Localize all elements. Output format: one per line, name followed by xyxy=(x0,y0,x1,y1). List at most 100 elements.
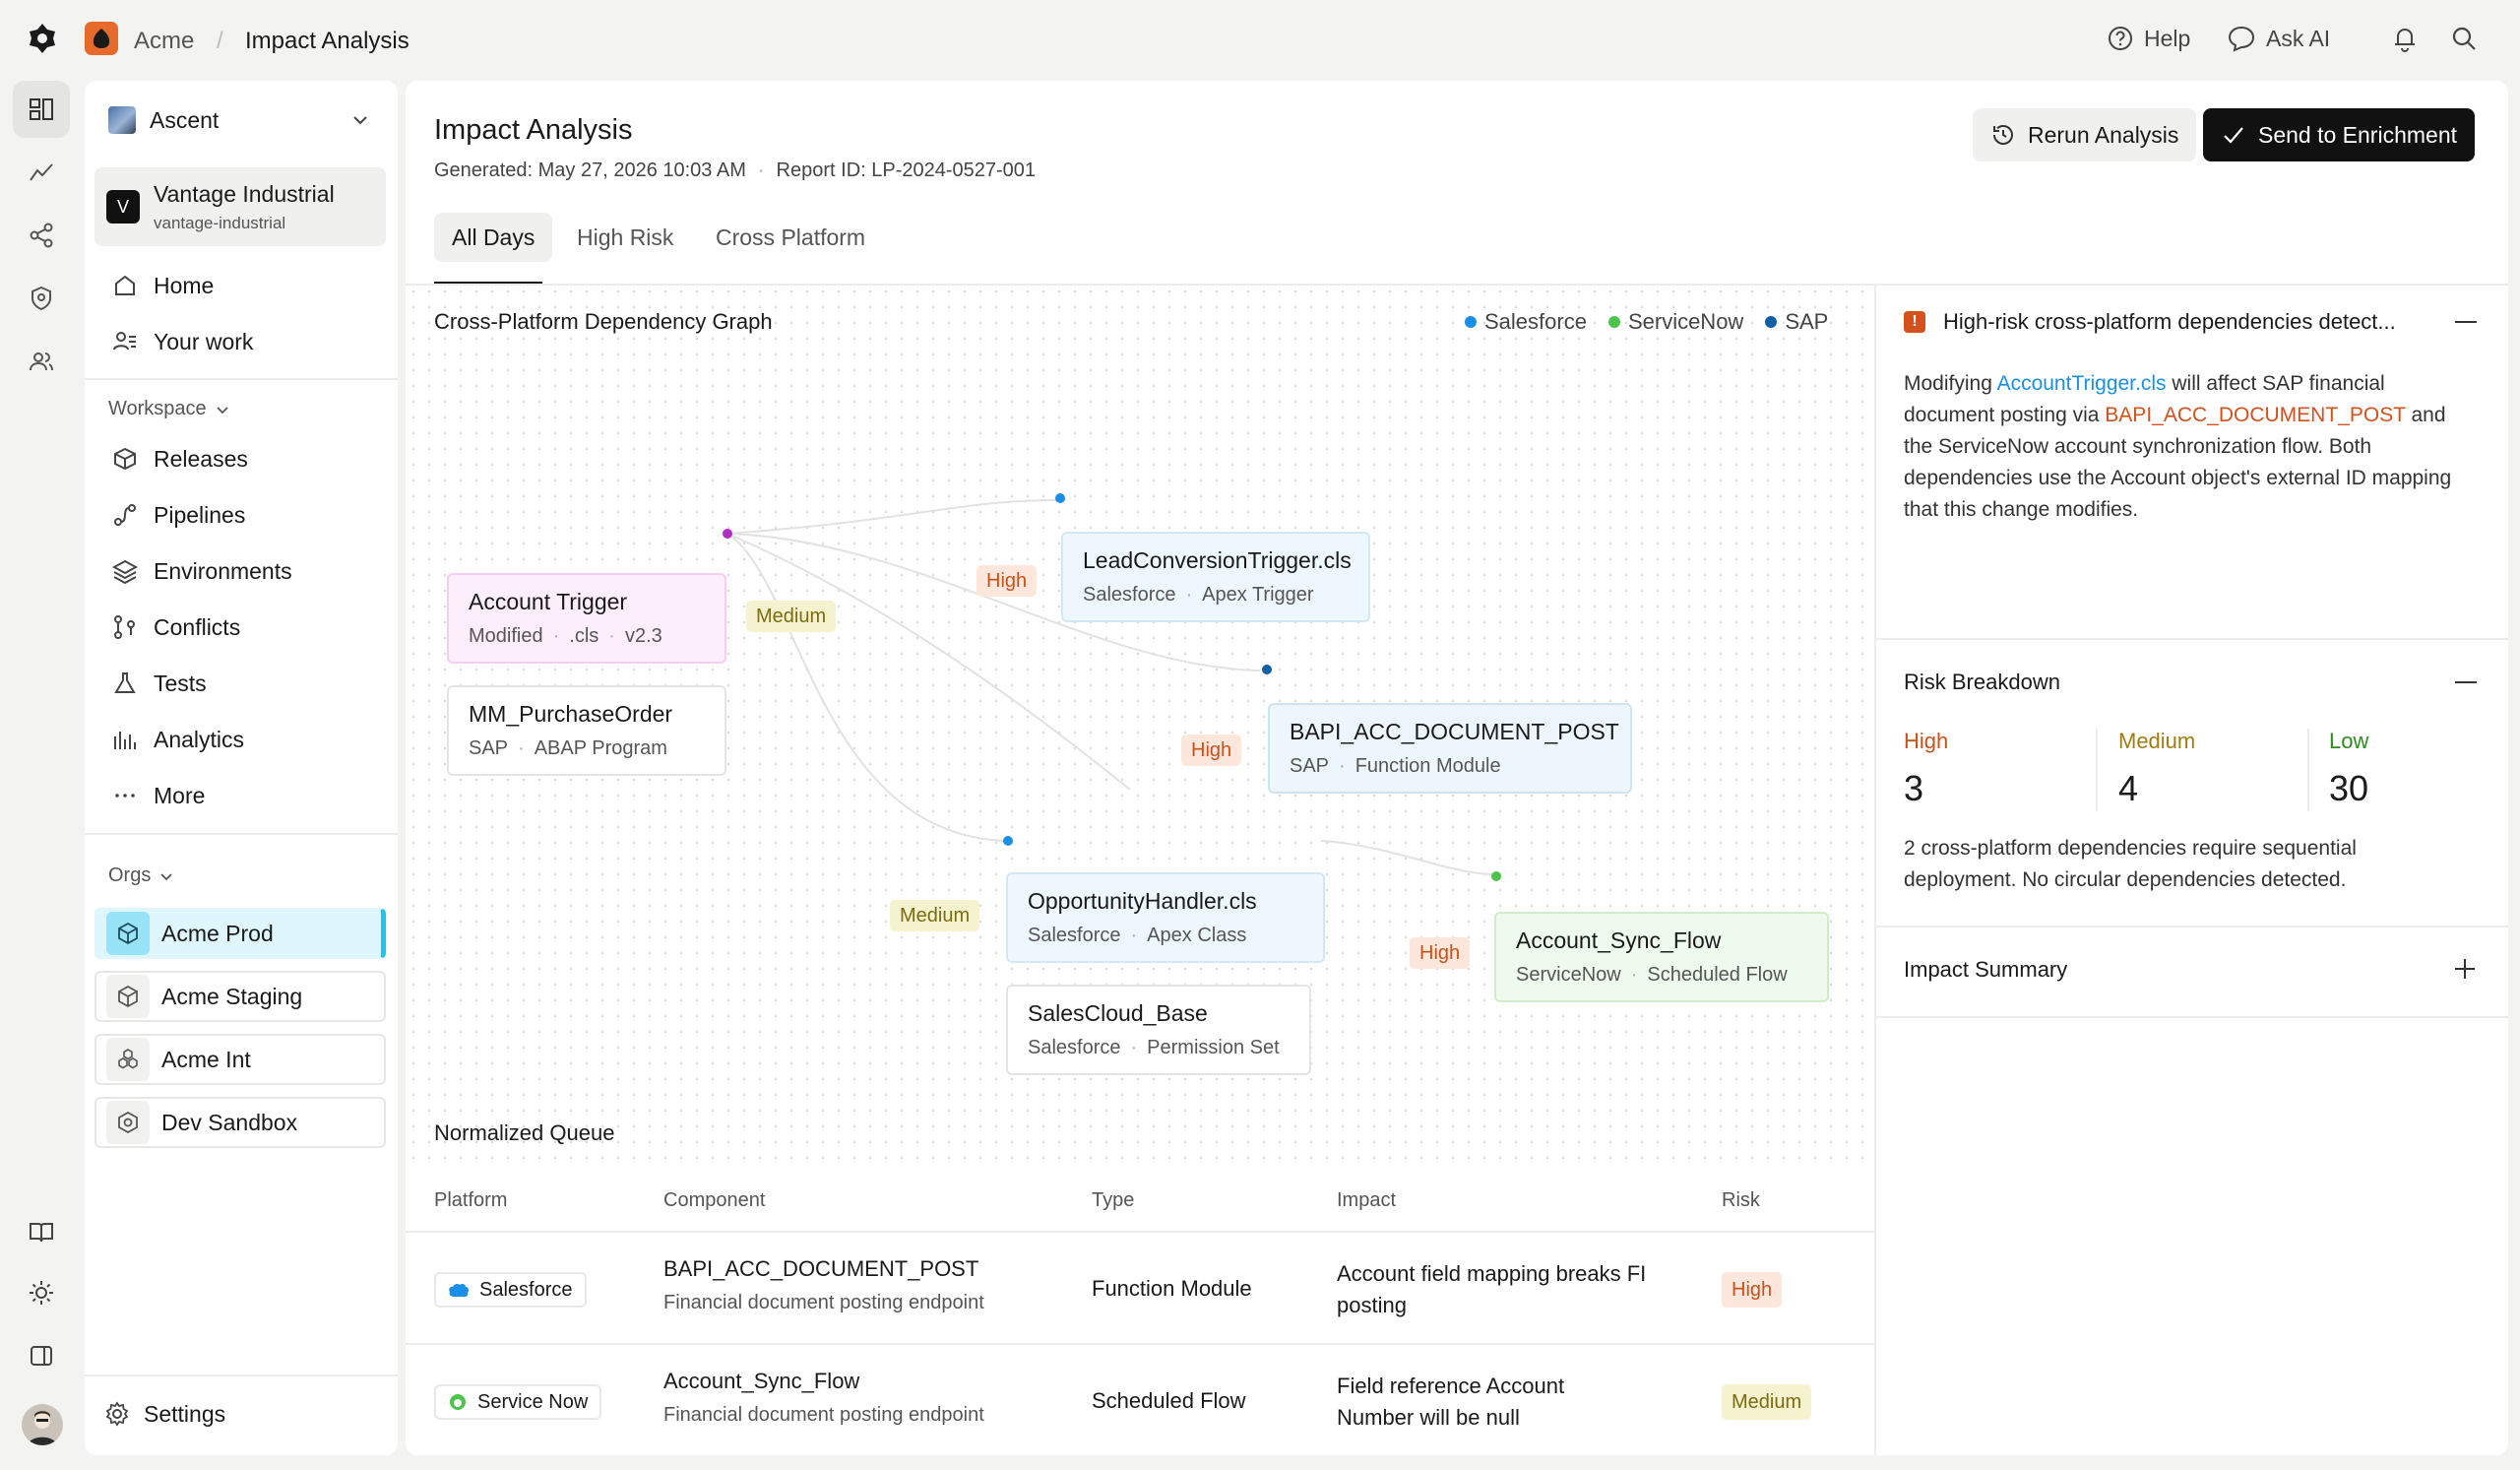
org-acme-int[interactable]: Acme Int xyxy=(94,1034,386,1085)
node-bapi-acc-document-post[interactable]: BAPI_ACC_DOCUMENT_POST SAP · Function Modu… xyxy=(1268,703,1632,794)
rail-book-icon[interactable] xyxy=(13,1203,70,1260)
notifications-icon[interactable] xyxy=(2390,24,2420,53)
node-meta-item: Scheduled Flow xyxy=(1647,964,1788,986)
rerun-analysis-button[interactable]: Rerun Analysis xyxy=(1973,108,2197,161)
col-header-impact[interactable]: Impact xyxy=(1337,1189,1396,1212)
node-opportunityhandler[interactable]: OpportunityHandler.cls Salesforce · Apex C… xyxy=(1006,872,1325,963)
search-icon[interactable] xyxy=(2449,24,2479,53)
settings-link[interactable]: Settings xyxy=(98,1390,225,1438)
node-salescloud-base[interactable]: SalesCloud_Base Salesforce · Permission Se… xyxy=(1006,985,1311,1075)
send-to-enrichment-label: Send to Enrichment xyxy=(2258,121,2458,148)
impact-summary-title[interactable]: Impact Summary xyxy=(1904,957,2067,983)
workspace-section-toggle[interactable]: Workspace xyxy=(108,398,230,420)
layers-icon xyxy=(112,559,138,584)
org-acme-staging[interactable]: Acme Staging xyxy=(94,971,386,1022)
node-port xyxy=(1055,493,1065,503)
nav-analytics[interactable]: Analytics xyxy=(96,716,382,763)
alert-link-accounttrigger[interactable]: AccountTrigger.cls xyxy=(1997,372,2167,395)
expand-plus-icon[interactable] xyxy=(2453,957,2477,981)
tab-all-days[interactable]: All Days xyxy=(434,213,553,262)
col-header-type[interactable]: Type xyxy=(1092,1189,1134,1212)
app-logo-icon[interactable] xyxy=(26,22,59,55)
meta-separator: · xyxy=(1130,925,1138,946)
breadcrumb-org[interactable]: Acme xyxy=(134,28,194,55)
collapse-minus-icon[interactable] xyxy=(2455,681,2477,683)
risk-kpi-medium: Medium 4 xyxy=(2118,729,2296,809)
help-button[interactable]: Help xyxy=(2107,25,2190,52)
tab-cross-platform[interactable]: Cross Platform xyxy=(698,213,883,262)
nav-releases[interactable]: Releases xyxy=(96,435,382,482)
col-header-risk[interactable]: Risk xyxy=(1722,1189,1760,1212)
node-meta-item: SAP xyxy=(469,737,509,759)
meta-separator: · xyxy=(552,625,560,647)
orgs-section-toggle[interactable]: Orgs xyxy=(108,864,174,887)
divider xyxy=(1876,1016,2508,1018)
risk-badge: Medium xyxy=(1722,1384,1812,1420)
send-to-enrichment-button[interactable]: Send to Enrichment xyxy=(2203,108,2476,161)
alert-link-bapi[interactable]: BAPI_ACC_DOCUMENT_POST xyxy=(2105,404,2405,426)
node-meta-item: Permission Set xyxy=(1147,1037,1280,1058)
generated-timestamp: Generated: May 27, 2026 10:03 AM xyxy=(434,160,746,181)
icon-rail xyxy=(13,81,70,1459)
node-meta: Salesforce · Apex Trigger xyxy=(1083,584,1349,607)
node-name: LeadConversionTrigger.cls xyxy=(1083,547,1352,573)
node-meta: Salesforce · Apex Class xyxy=(1028,925,1303,947)
component-name: BAPI_ACC_DOCUMENT_POST xyxy=(663,1256,979,1281)
nav-releases-label: Releases xyxy=(154,445,248,472)
node-meta: Salesforce · Permission Set xyxy=(1028,1037,1290,1059)
rail-theme-sun-icon[interactable] xyxy=(13,1264,70,1321)
nav-tests[interactable]: Tests xyxy=(96,660,382,707)
workspace-selector[interactable]: Ascent xyxy=(108,100,384,140)
col-header-platform[interactable]: Platform xyxy=(434,1189,507,1212)
check-icon xyxy=(2224,127,2243,144)
nav-conflicts-label: Conflicts xyxy=(154,613,241,640)
rail-share-icon[interactable] xyxy=(13,207,70,264)
ask-ai-button[interactable]: Ask AI xyxy=(2227,25,2330,52)
org-avatar-icon[interactable] xyxy=(85,22,118,55)
user-avatar[interactable] xyxy=(22,1404,63,1445)
account-card[interactable]: V Vantage Industrial vantage-industrial xyxy=(94,167,386,246)
risk-badge: High xyxy=(1722,1272,1783,1308)
alert-header[interactable]: ! High-risk cross-platform dependencies … xyxy=(1904,309,2396,335)
node-name: MM_PurchaseOrder xyxy=(469,701,673,727)
org-acme-prod[interactable]: Acme Prod xyxy=(94,908,386,959)
tab-high-risk[interactable]: High Risk xyxy=(559,213,691,262)
node-account-trigger[interactable]: Account Trigger Modified · .cls · v2.3 xyxy=(447,573,726,664)
breadcrumb-page: Impact Analysis xyxy=(245,28,410,54)
flask-icon xyxy=(114,672,136,693)
nav-home[interactable]: Home xyxy=(96,262,382,309)
nav-environments[interactable]: Environments xyxy=(96,547,382,595)
risk-kpi-low: Low 30 xyxy=(2329,729,2487,809)
divider xyxy=(1876,926,2508,927)
org-dev-sandbox[interactable]: Dev Sandbox xyxy=(94,1097,386,1148)
impact-line: posting xyxy=(1337,1293,1407,1317)
risk-breakdown-title[interactable]: Risk Breakdown xyxy=(1904,670,2060,695)
rail-users-icon[interactable] xyxy=(13,333,70,390)
chevron-down-icon xyxy=(160,872,172,880)
rail-activity-icon[interactable] xyxy=(13,144,70,201)
queue-title: Normalized Queue xyxy=(434,1120,615,1145)
node-meta-item: SAP xyxy=(1290,755,1330,777)
nav-conflicts[interactable]: Conflicts xyxy=(96,604,382,651)
node-leadconversiontrigger[interactable]: LeadConversionTrigger.cls Salesforce · Ape… xyxy=(1061,532,1370,622)
rail-panel-toggle-icon[interactable] xyxy=(13,1327,70,1384)
impact-line: Account field mapping breaks FI xyxy=(1337,1261,1647,1286)
chat-ai-icon xyxy=(2228,26,2255,52)
impact-line: Number will be null xyxy=(1337,1405,1520,1430)
platform-label: Service Now xyxy=(477,1390,589,1413)
node-mm-purchaseorder[interactable]: MM_PurchaseOrder SAP · ABAP Program xyxy=(447,685,726,776)
pipeline-icon xyxy=(114,504,136,526)
meta-separator: · xyxy=(518,737,525,759)
table-row[interactable]: Service Now Account_Sync_Flow Financial … xyxy=(406,1345,1874,1455)
collapse-minus-icon[interactable] xyxy=(2455,321,2477,323)
nav-more[interactable]: More xyxy=(96,772,382,819)
rail-shield-icon[interactable] xyxy=(13,270,70,327)
nav-your-work[interactable]: Your work xyxy=(96,318,382,365)
node-account-sync-flow[interactable]: Account_Sync_Flow ServiceNow · Scheduled F… xyxy=(1494,912,1829,1002)
table-row[interactable]: Salesforce BAPI_ACC_DOCUMENT_POST Financ… xyxy=(406,1233,1874,1343)
kpi-value: 3 xyxy=(1904,768,1924,808)
edge-label-high: High xyxy=(1181,735,1242,766)
rail-dashboard-icon[interactable] xyxy=(13,81,70,138)
col-header-component[interactable]: Component xyxy=(663,1189,765,1212)
nav-pipelines[interactable]: Pipelines xyxy=(96,491,382,539)
